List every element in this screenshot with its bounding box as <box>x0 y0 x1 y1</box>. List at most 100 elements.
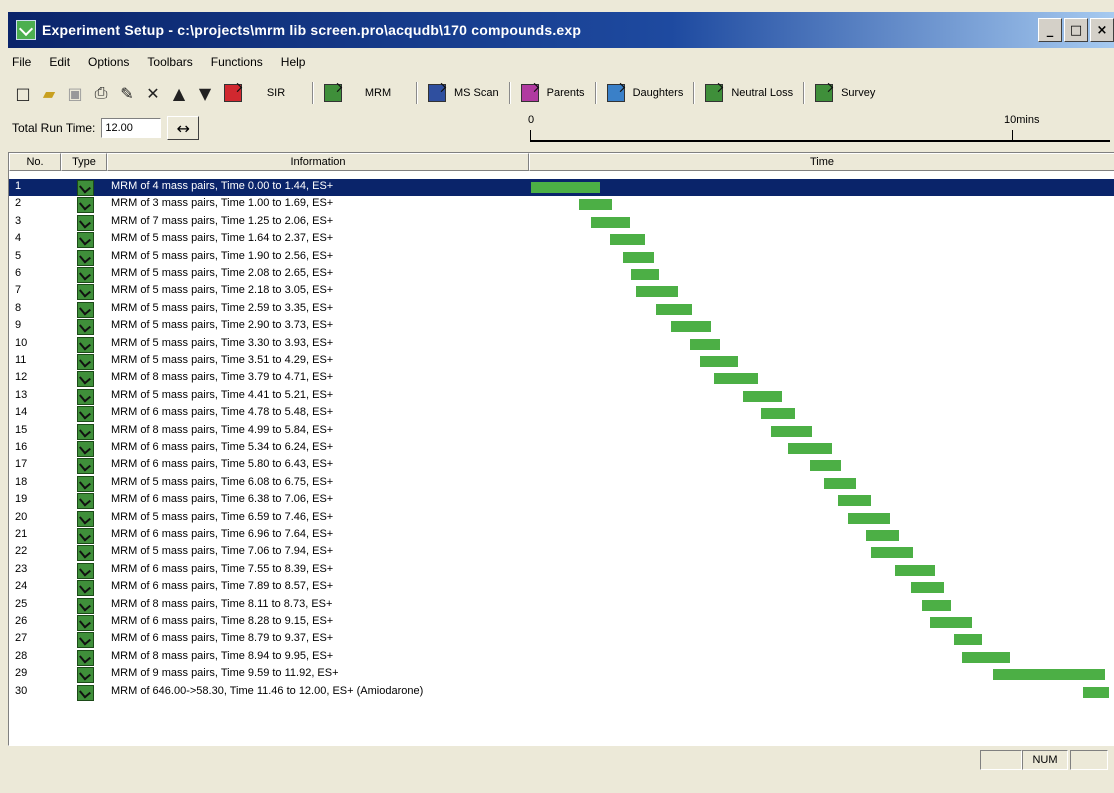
title-bar[interactable]: Experiment Setup - c:\projects\mrm lib s… <box>8 12 1114 48</box>
time-window-bar[interactable] <box>579 199 613 211</box>
table-row[interactable]: 28 MRM of 8 mass pairs, Time 8.94 to 9.95… <box>9 649 1114 666</box>
menu-toolbars[interactable]: Toolbars <box>147 55 192 69</box>
table-row[interactable]: 4 MRM of 5 mass pairs, Time 1.64 to 2.37,… <box>9 231 1114 249</box>
row-information: MRM of 8 mass pairs, Time 4.99 to 5.84, … <box>111 423 334 436</box>
delete-icon[interactable]: ✕ <box>142 83 164 103</box>
time-window-bar[interactable] <box>713 373 758 385</box>
time-window-bar[interactable] <box>871 547 914 559</box>
column-header-type[interactable]: Type <box>61 153 107 171</box>
new-icon[interactable]: □ <box>12 83 34 103</box>
time-window-bar[interactable] <box>992 669 1106 681</box>
time-window-bar[interactable] <box>689 338 721 350</box>
mrm-type-icon <box>77 232 94 249</box>
daughters-button[interactable]: Daughters <box>603 82 688 104</box>
move-down-icon[interactable]: ▼ <box>194 83 216 103</box>
table-row[interactable]: 2 MRM of 3 mass pairs, Time 1.00 to 1.69,… <box>9 196 1114 214</box>
table-row[interactable]: 1 MRM of 4 mass pairs, Time 0.00 to 1.44,… <box>9 179 1114 196</box>
time-window-bar[interactable] <box>823 477 857 489</box>
time-window-bar[interactable] <box>761 408 795 420</box>
table-row[interactable]: 11 MRM of 5 mass pairs, Time 3.51 to 4.29… <box>9 353 1114 370</box>
time-window-bar[interactable] <box>921 599 952 611</box>
minimize-button[interactable]: _ <box>1038 18 1062 42</box>
time-window-bar[interactable] <box>670 321 711 333</box>
time-window-bar[interactable] <box>866 530 899 541</box>
table-row[interactable]: 3 MRM of 7 mass pairs, Time 1.25 to 2.06,… <box>9 214 1114 231</box>
table-row[interactable]: 15 MRM of 8 mass pairs, Time 4.99 to 5.84… <box>9 423 1114 440</box>
table-row[interactable]: 17 MRM of 6 mass pairs, Time 5.80 to 6.43… <box>9 457 1114 475</box>
time-window-bar[interactable] <box>810 460 841 472</box>
total-run-time-label: Total Run Time: <box>12 121 96 135</box>
time-window-bar[interactable] <box>954 634 983 646</box>
table-row[interactable]: 16 MRM of 6 mass pairs, Time 5.34 to 6.24… <box>9 440 1114 457</box>
time-window-bar[interactable] <box>655 303 693 315</box>
move-up-icon[interactable]: ▲ <box>168 83 190 103</box>
table-row[interactable]: 10 MRM of 5 mass pairs, Time 3.30 to 3.93… <box>9 336 1114 353</box>
table-row[interactable]: 23 MRM of 6 mass pairs, Time 7.55 to 8.39… <box>9 562 1114 579</box>
table-row[interactable]: 26 MRM of 6 mass pairs, Time 8.28 to 9.15… <box>9 614 1114 631</box>
table-row[interactable]: 30 MRM of 646.00->58.30, Time 11.46 to 12… <box>9 684 1114 701</box>
total-run-time-input[interactable] <box>101 118 162 138</box>
table-row[interactable]: 9 MRM of 5 mass pairs, Time 2.90 to 3.73,… <box>9 318 1114 336</box>
menu-options[interactable]: Options <box>88 55 129 69</box>
table-row[interactable]: 24 MRM of 6 mass pairs, Time 7.89 to 8.57… <box>9 579 1114 597</box>
parents-button[interactable]: Parents <box>517 82 589 104</box>
table-row[interactable]: 5 MRM of 5 mass pairs, Time 1.90 to 2.56,… <box>9 249 1114 266</box>
time-window-bar[interactable] <box>631 269 659 280</box>
edit-icon[interactable]: ✎ <box>116 83 138 103</box>
time-window-bar[interactable] <box>700 356 738 367</box>
time-window-bar[interactable] <box>591 216 631 228</box>
column-header-information[interactable]: Information <box>107 153 529 171</box>
time-window-bar[interactable] <box>788 443 832 454</box>
time-window-bar[interactable] <box>636 286 678 298</box>
close-button[interactable]: × <box>1090 18 1114 42</box>
table-row[interactable]: 29 MRM of 9 mass pairs, Time 9.59 to 11.9… <box>9 666 1114 684</box>
table-row[interactable]: 25 MRM of 8 mass pairs, Time 8.11 to 8.73… <box>9 597 1114 614</box>
table-row[interactable]: 8 MRM of 5 mass pairs, Time 2.59 to 3.35,… <box>9 301 1114 318</box>
time-window-bar[interactable] <box>743 390 782 402</box>
mrm-button[interactable]: MRM <box>320 82 410 104</box>
table-row[interactable]: 22 MRM of 5 mass pairs, Time 7.06 to 7.94… <box>9 544 1114 562</box>
menu-file[interactable]: File <box>12 55 31 69</box>
time-window-bar[interactable] <box>622 251 655 263</box>
row-number: 23 <box>15 562 28 575</box>
table-row[interactable]: 7 MRM of 5 mass pairs, Time 2.18 to 3.05,… <box>9 283 1114 301</box>
print-icon[interactable]: ⎙ <box>90 83 112 103</box>
menu-functions[interactable]: Functions <box>211 55 263 69</box>
time-window-bar[interactable] <box>911 582 944 594</box>
time-window-bar[interactable] <box>961 651 1011 663</box>
daughters-function-icon <box>606 84 625 102</box>
table-row[interactable]: 12 MRM of 8 mass pairs, Time 3.79 to 4.71… <box>9 370 1114 388</box>
mrm-type-icon <box>77 336 94 353</box>
open-icon[interactable]: ▰ <box>38 83 60 103</box>
column-header-time[interactable]: Time <box>529 153 1114 171</box>
table-row[interactable]: 20 MRM of 5 mass pairs, Time 6.59 to 7.46… <box>9 510 1114 527</box>
maximize-button[interactable]: □ <box>1064 18 1088 42</box>
survey-button[interactable]: Survey <box>811 82 879 104</box>
column-header-no[interactable]: No. <box>9 153 61 171</box>
table-row[interactable]: 13 MRM of 5 mass pairs, Time 4.41 to 5.21… <box>9 388 1114 405</box>
row-information: MRM of 5 mass pairs, Time 3.30 to 3.93, … <box>111 336 334 349</box>
save-icon[interactable]: ▣ <box>64 83 86 103</box>
table-row[interactable]: 19 MRM of 6 mass pairs, Time 6.38 to 7.06… <box>9 492 1114 510</box>
table-row[interactable]: 14 MRM of 6 mass pairs, Time 4.78 to 5.48… <box>9 405 1114 423</box>
menu-edit[interactable]: Edit <box>49 55 70 69</box>
table-row[interactable]: 6 MRM of 5 mass pairs, Time 2.08 to 2.65,… <box>9 266 1114 283</box>
time-window-bar[interactable] <box>929 617 972 628</box>
time-window-bar[interactable] <box>838 495 872 507</box>
table-row[interactable]: 21 MRM of 6 mass pairs, Time 6.96 to 7.64… <box>9 527 1114 544</box>
menu-help[interactable]: Help <box>281 55 306 69</box>
time-window-bar[interactable] <box>531 182 601 193</box>
neutral-loss-button[interactable]: Neutral Loss <box>701 82 797 104</box>
fit-time-button[interactable]: ↔ <box>167 116 200 140</box>
ruler-line <box>530 140 1110 142</box>
row-information: MRM of 5 mass pairs, Time 1.90 to 2.56, … <box>111 249 334 262</box>
table-row[interactable]: 18 MRM of 5 mass pairs, Time 6.08 to 6.75… <box>9 475 1114 492</box>
time-window-bar[interactable] <box>1082 686 1109 698</box>
table-row[interactable]: 27 MRM of 6 mass pairs, Time 8.79 to 9.37… <box>9 631 1114 649</box>
time-window-bar[interactable] <box>771 425 813 437</box>
ms-scan-button[interactable]: MS Scan <box>424 82 503 104</box>
time-window-bar[interactable] <box>609 234 646 246</box>
time-window-bar[interactable] <box>894 564 936 576</box>
time-window-bar[interactable] <box>848 512 891 524</box>
sir-button[interactable]: SIR <box>220 82 306 104</box>
